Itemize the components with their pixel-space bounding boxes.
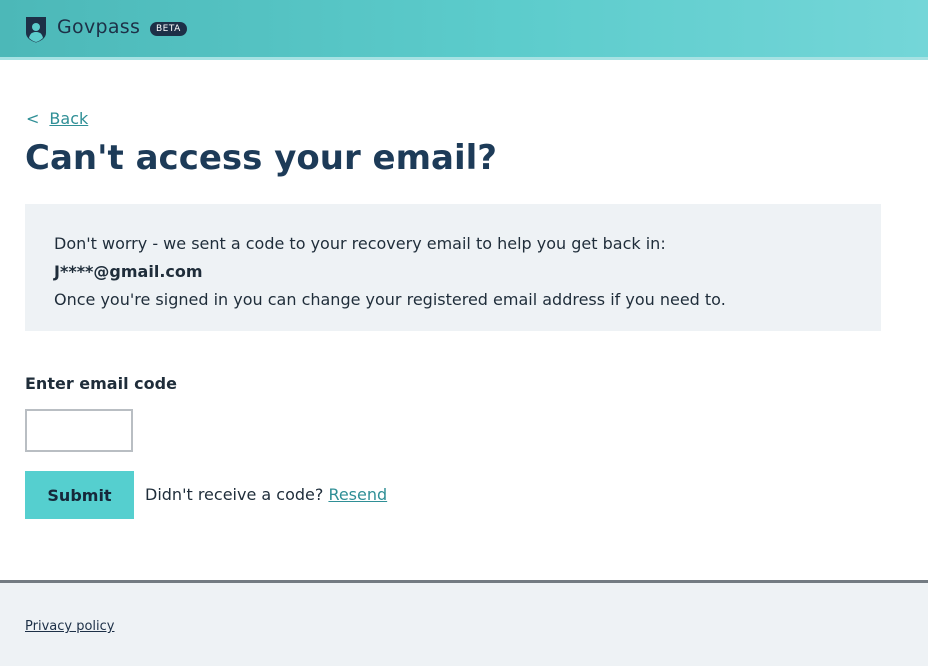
beta-badge: BETA xyxy=(150,22,187,36)
privacy-policy-link[interactable]: Privacy policy xyxy=(25,619,114,634)
submit-button[interactable]: Submit xyxy=(25,471,134,519)
code-field-label: Enter email code xyxy=(25,374,177,393)
notice-text: Don't worry - we sent a code to your rec… xyxy=(54,234,666,253)
resend-link[interactable]: Resend xyxy=(328,485,387,504)
notice-subtext: Once you're signed in you can change you… xyxy=(54,290,726,309)
recovery-notice: Don't worry - we sent a code to your rec… xyxy=(25,204,881,331)
back-link-label: Back xyxy=(49,109,89,128)
shield-person-icon[interactable] xyxy=(25,16,47,43)
resend-prompt-text: Didn't receive a code? xyxy=(145,485,324,504)
site-footer: Privacy policy xyxy=(0,580,928,666)
back-link[interactable]: < Back xyxy=(26,109,88,128)
brand-name[interactable]: Govpass xyxy=(57,16,140,38)
email-code-input[interactable] xyxy=(25,409,133,452)
site-header: Govpass BETA xyxy=(0,0,928,60)
page-title: Can't access your email? xyxy=(25,138,498,178)
chevron-left-icon: < xyxy=(26,109,40,128)
masked-email: J****@gmail.com xyxy=(54,262,203,281)
resend-prompt: Didn't receive a code? Resend xyxy=(145,485,387,504)
